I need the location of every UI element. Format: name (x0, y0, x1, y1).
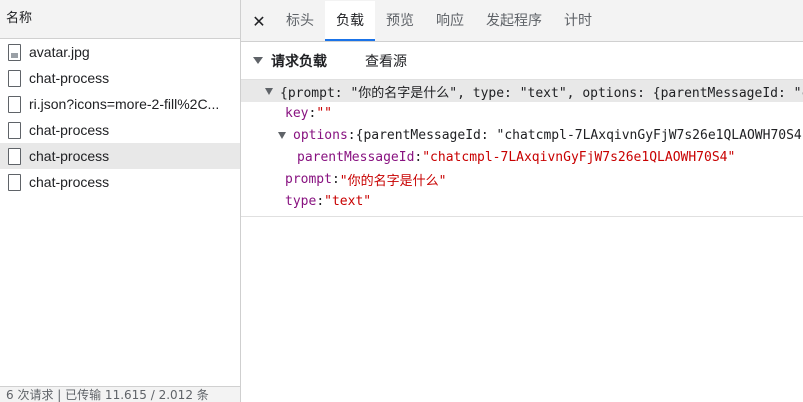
colon: : (347, 127, 356, 143)
colon: : (308, 105, 317, 121)
tab-preview[interactable]: 预览 (375, 1, 425, 41)
request-row-avatar[interactable]: avatar.jpg (0, 39, 240, 65)
colon: : (414, 149, 423, 165)
property-value: "你的名字是什么" (339, 173, 447, 189)
request-name: avatar.jpg (29, 44, 90, 60)
request-name: chat-process (29, 174, 110, 190)
payload-tree: {prompt: "你的名字是什么", type: "text", option… (241, 80, 803, 217)
request-name: chat-process (29, 148, 110, 164)
property-name: key (285, 105, 309, 121)
property-name: type (285, 193, 317, 209)
file-icon (8, 69, 21, 87)
root-summary: {prompt: "你的名字是什么", type: "text", option… (280, 85, 803, 101)
request-name: chat-process (29, 70, 110, 86)
tab-payload[interactable]: 负载 (325, 1, 375, 41)
status-summary: 6 次请求 | 已传输 11.615 / 2.012 条 (0, 386, 240, 402)
request-payload-section-header[interactable]: 请求负载 查看源 (241, 42, 803, 80)
tab-initiator[interactable]: 发起程序 (475, 1, 553, 41)
tab-response[interactable]: 响应 (425, 1, 475, 41)
request-name: ri.json?icons=more-2-fill%2C... (29, 96, 220, 112)
payload-root-node[interactable]: {prompt: "你的名字是什么", type: "text", option… (241, 80, 803, 102)
tab-timing[interactable]: 计时 (553, 1, 603, 41)
property-value: "chatcmpl-7LAxqivnGyFjW7s26e1QLAOWH70S4" (422, 149, 736, 165)
chevron-down-icon (265, 87, 273, 95)
chevron-down-icon (253, 57, 263, 64)
section-title: 请求负载 (271, 53, 327, 70)
property-value: "" (316, 105, 332, 121)
request-row-ri-json[interactable]: ri.json?icons=more-2-fill%2C... (0, 91, 240, 117)
request-name: chat-process (29, 122, 110, 138)
tab-headers[interactable]: 标头 (275, 1, 325, 41)
request-details-panel: ✕ 标头 负载 预览 响应 发起程序 计时 请求负载 查看源 {prompt: … (241, 0, 803, 402)
tree-row-parent-message-id[interactable]: parentMessageId: "chatcmpl-7LAxqivnGyFjW… (241, 146, 803, 168)
tree-row-type[interactable]: type: "text" (241, 190, 803, 212)
view-source-link[interactable]: 查看源 (365, 51, 407, 71)
request-row-chat-process[interactable]: chat-process (0, 117, 240, 143)
tree-row-key[interactable]: key: "" (241, 102, 803, 124)
property-name: parentMessageId (297, 149, 415, 165)
file-icon (8, 95, 21, 113)
options-summary: {parentMessageId: "chatcmpl-7LAxqivnGyFj… (355, 127, 803, 143)
tree-row-options[interactable]: options: {parentMessageId: "chatcmpl-7LA… (241, 124, 803, 146)
colon: : (331, 171, 340, 187)
property-name: options (293, 127, 348, 143)
tree-row-prompt[interactable]: prompt: "你的名字是什么" (241, 168, 803, 190)
image-file-icon (8, 43, 21, 61)
request-row-chat-process-selected[interactable]: chat-process (0, 143, 240, 169)
property-name: prompt (285, 171, 332, 187)
file-icon (8, 173, 21, 191)
property-value: "text" (324, 193, 372, 209)
requests-panel: 名称 avatar.jpg chat-process ri.json?icons… (0, 0, 241, 402)
file-icon (8, 121, 21, 139)
name-column-header[interactable]: 名称 (0, 0, 240, 39)
chevron-down-icon (278, 131, 286, 139)
colon: : (316, 193, 325, 209)
request-row-chat-process[interactable]: chat-process (0, 169, 240, 195)
request-row-chat-process[interactable]: chat-process (0, 65, 240, 91)
request-list: avatar.jpg chat-process ri.json?icons=mo… (0, 39, 240, 195)
details-tab-bar: ✕ 标头 负载 预览 响应 发起程序 计时 (241, 0, 803, 42)
divider (241, 212, 803, 217)
file-icon (8, 147, 21, 165)
close-icon[interactable]: ✕ (249, 1, 269, 41)
